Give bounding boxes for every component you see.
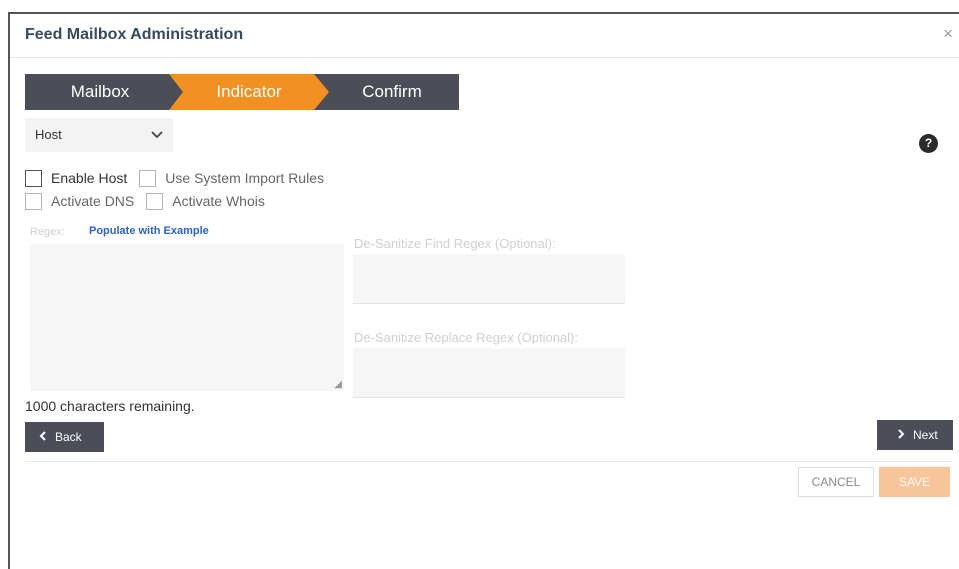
save-button[interactable]: SAVE: [879, 467, 950, 497]
checkbox-row-2: Activate DNS Activate Whois: [25, 191, 277, 211]
step-mailbox[interactable]: Mailbox: [25, 74, 175, 110]
chevron-down-icon: [151, 118, 163, 164]
step-confirm[interactable]: Confirm: [325, 74, 459, 110]
indicator-type-select[interactable]: Host: [25, 118, 173, 152]
desanitize-replace-input[interactable]: [353, 348, 625, 398]
resize-handle-icon[interactable]: ◢: [334, 379, 342, 390]
enable-host-label: Enable Host: [51, 170, 128, 186]
desanitize-find-input[interactable]: [353, 254, 625, 304]
wizard-steps: Mailbox Indicator Confirm: [25, 74, 459, 110]
next-button[interactable]: Next: [877, 420, 953, 450]
regex-textarea[interactable]: ◢: [30, 244, 344, 391]
dialog-title: Feed Mailbox Administration: [25, 26, 244, 43]
dialog-header: Feed Mailbox Administration ×: [10, 14, 959, 58]
use-system-import-rules-label: Use System Import Rules: [165, 170, 324, 186]
desanitize-replace-label: De-Sanitize Replace Regex (Optional):: [354, 330, 578, 345]
back-label: Back: [55, 430, 82, 444]
next-label: Next: [913, 428, 938, 442]
characters-remaining: 1000 characters remaining.: [25, 398, 195, 414]
help-icon[interactable]: ?: [919, 134, 938, 153]
populate-with-example-link[interactable]: Populate with Example: [89, 225, 209, 237]
cancel-button[interactable]: CANCEL: [798, 467, 874, 497]
back-button[interactable]: Back: [25, 422, 104, 452]
activate-dns-checkbox[interactable]: [25, 192, 42, 210]
activate-dns-label: Activate DNS: [51, 193, 135, 209]
regex-label: Regex:: [30, 226, 65, 238]
enable-host-checkbox[interactable]: [25, 169, 42, 187]
activate-whois-label: Activate Whois: [172, 193, 265, 209]
footer-divider: [25, 461, 953, 462]
close-icon[interactable]: ×: [943, 24, 953, 44]
step-indicator[interactable]: Indicator: [169, 74, 329, 110]
chevron-left-icon: [39, 430, 47, 444]
activate-whois-checkbox[interactable]: [146, 192, 164, 210]
feed-mailbox-dialog: Feed Mailbox Administration × Mailbox In…: [8, 12, 959, 569]
checkbox-row-1: Enable Host Use System Import Rules: [25, 168, 336, 188]
desanitize-find-label: De-Sanitize Find Regex (Optional):: [354, 236, 556, 251]
use-system-import-rules-checkbox[interactable]: [139, 169, 157, 187]
indicator-type-value: Host: [35, 127, 62, 142]
chevron-right-icon: [897, 428, 905, 442]
